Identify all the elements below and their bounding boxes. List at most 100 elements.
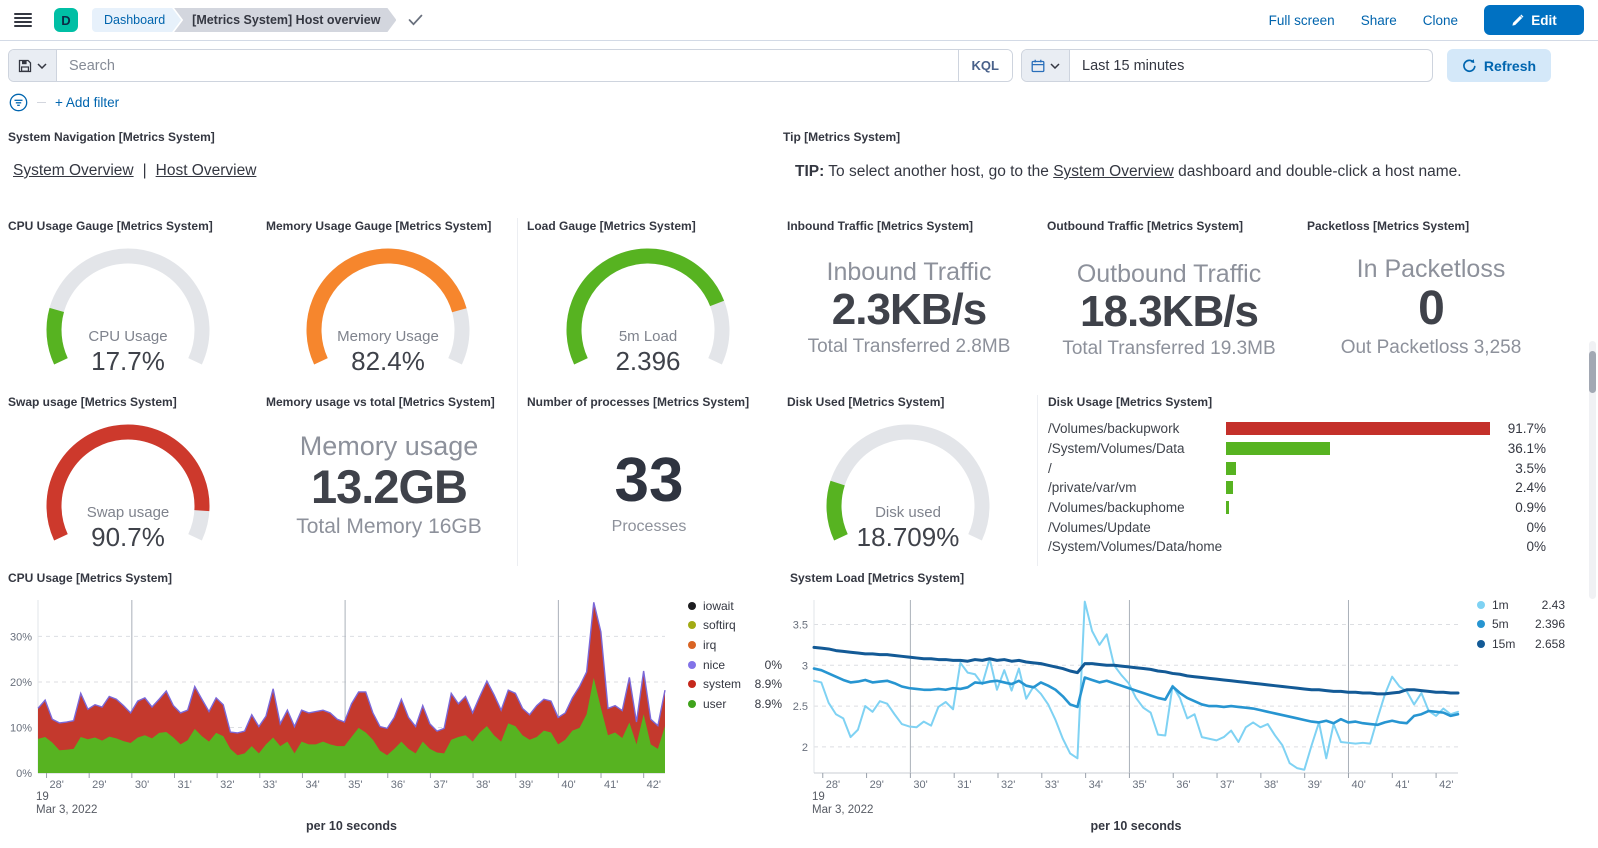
svg-text:0%: 0% [16, 768, 32, 780]
svg-text:39': 39' [1308, 779, 1322, 791]
menu-icon[interactable] [14, 13, 32, 27]
svg-text:29': 29' [870, 779, 884, 791]
chevron-down-icon [1050, 63, 1060, 69]
svg-text:per 10 seconds: per 10 seconds [306, 819, 397, 833]
edit-button[interactable]: Edit [1484, 5, 1584, 35]
scrollbar-thumb[interactable] [1589, 351, 1596, 393]
legend-dot-icon [688, 641, 696, 649]
date-quick-menu-button[interactable] [1022, 50, 1070, 81]
filter-icon[interactable] [9, 93, 28, 112]
svg-text:29': 29' [92, 779, 106, 791]
system-overview-link[interactable]: System Overview [13, 162, 134, 179]
swap-usage-gauge: Swap usage90.7% [28, 418, 228, 578]
panel-title-system-navigation: System Navigation [Metrics System] [8, 130, 215, 144]
packetloss-metric: In Packetloss 0 Out Packetloss 3,258 [1303, 255, 1559, 359]
saved-query-menu-button[interactable] [9, 50, 57, 81]
legend-item[interactable]: softirq [688, 616, 782, 636]
svg-text:28': 28' [50, 779, 64, 791]
system-load-legend: 1m2.435m2.39615m2.658 [1477, 595, 1565, 654]
space-avatar[interactable]: D [54, 8, 78, 32]
svg-text:40': 40' [1351, 779, 1365, 791]
svg-text:35': 35' [1132, 779, 1146, 791]
disk-bar [1226, 422, 1494, 435]
query-bar: KQL [8, 49, 1013, 82]
legend-dot-icon [688, 700, 696, 708]
system-navigation-links: System Overview|Host Overview [13, 162, 256, 180]
panel-divider [517, 218, 518, 566]
legend-item[interactable]: 5m2.396 [1477, 615, 1565, 635]
svg-text:19: 19 [812, 791, 825, 803]
svg-text:35': 35' [348, 779, 362, 791]
cpu-usage-chart[interactable]: 28'29'30'31'32'33'34'35'36'37'38'39'40'4… [0, 588, 780, 848]
disk-bar [1226, 540, 1494, 553]
disk-percent: 3.5% [1494, 461, 1546, 476]
tip-system-overview-link[interactable]: System Overview [1053, 163, 1174, 180]
swap-gauge-arc [28, 418, 228, 578]
svg-text:34': 34' [305, 779, 319, 791]
refresh-icon [1462, 58, 1477, 73]
panel-title-outbound: Outbound Traffic [Metrics System] [1047, 219, 1243, 233]
share-button[interactable]: Share [1361, 13, 1397, 28]
host-overview-link[interactable]: Host Overview [156, 162, 257, 179]
svg-text:33': 33' [1045, 779, 1059, 791]
legend-dot-icon [1477, 620, 1485, 628]
disk-path: /System/Volumes/Data/home [1048, 539, 1226, 554]
full-screen-button[interactable]: Full screen [1269, 13, 1335, 28]
refresh-button[interactable]: Refresh [1447, 49, 1551, 82]
svg-text:41': 41' [604, 779, 618, 791]
svg-text:37': 37' [433, 779, 447, 791]
legend-dot-icon [688, 661, 696, 669]
panel-title-packetloss: Packetloss [Metrics System] [1307, 219, 1469, 233]
breadcrumb: Dashboard [Metrics System] Host overview [92, 8, 396, 32]
svg-text:20%: 20% [10, 677, 32, 689]
svg-text:34': 34' [1089, 779, 1103, 791]
disk-usage-row: /3.5% [1048, 458, 1546, 478]
disk-percent: 91.7% [1494, 421, 1546, 436]
disk-percent: 0.9% [1494, 500, 1546, 515]
load-gauge: 5m Load2.396 [548, 242, 748, 402]
save-icon [18, 59, 32, 73]
legend-item[interactable]: iowait [688, 596, 782, 616]
memory-usage-gauge: Memory Usage82.4% [288, 242, 488, 402]
tip-text: TIP: To select another host, go to the S… [795, 163, 1462, 181]
processes-metric: 33 Processes [523, 450, 775, 536]
panel-title-cpu-gauge: CPU Usage Gauge [Metrics System] [8, 219, 213, 233]
breadcrumb-page-title: [Metrics System] Host overview [174, 8, 396, 32]
svg-text:33': 33' [263, 779, 277, 791]
panel-divider [1037, 395, 1038, 566]
legend-item[interactable]: 15m2.658 [1477, 634, 1565, 654]
disk-bar [1226, 481, 1494, 494]
legend-item[interactable]: 1m2.43 [1477, 595, 1565, 615]
svg-text:19: 19 [36, 791, 49, 803]
disk-percent: 0% [1494, 539, 1546, 554]
svg-text:3.5: 3.5 [793, 619, 808, 631]
system-load-chart[interactable]: 28'29'30'31'32'33'34'35'36'37'38'39'40'4… [780, 588, 1598, 848]
cpu-usage-legend: iowaitsoftirqirqnice0%system8.9%user8.9% [688, 596, 782, 714]
time-range-value[interactable]: Last 15 minutes [1070, 50, 1196, 81]
legend-item[interactable]: system8.9% [688, 674, 782, 694]
clone-button[interactable]: Clone [1423, 13, 1458, 28]
load-gauge-arc [548, 242, 748, 402]
disk-path: /System/Volumes/Data [1048, 441, 1226, 456]
svg-text:40': 40' [561, 779, 575, 791]
legend-item[interactable]: nice0% [688, 655, 782, 675]
memory-gauge-arc [288, 242, 488, 402]
disk-usage-row: /Volumes/Update0% [1048, 517, 1546, 537]
add-filter-button[interactable]: + Add filter [55, 95, 119, 110]
legend-item[interactable]: irq [688, 635, 782, 655]
legend-item[interactable]: user8.9% [688, 694, 782, 714]
date-picker: Last 15 minutes [1021, 49, 1433, 82]
disk-usage-row: /System/Volumes/Data/home 0% [1048, 537, 1546, 557]
disk-usage-row: /System/Volumes/Data36.1% [1048, 439, 1546, 459]
legend-dot-icon [688, 621, 696, 629]
breadcrumb-dashboard[interactable]: Dashboard [92, 8, 181, 32]
legend-dot-icon [688, 602, 696, 610]
panel-title-disk-usage: Disk Usage [Metrics System] [1048, 395, 1212, 409]
memory-vs-total-metric: Memory usage 13.2GB Total Memory 16GB [263, 431, 515, 539]
search-input[interactable] [57, 50, 958, 81]
svg-text:38': 38' [476, 779, 490, 791]
query-language-button[interactable]: KQL [958, 50, 1012, 81]
check-icon[interactable] [408, 14, 423, 26]
svg-text:2.5: 2.5 [793, 701, 808, 713]
svg-text:30': 30' [135, 779, 149, 791]
